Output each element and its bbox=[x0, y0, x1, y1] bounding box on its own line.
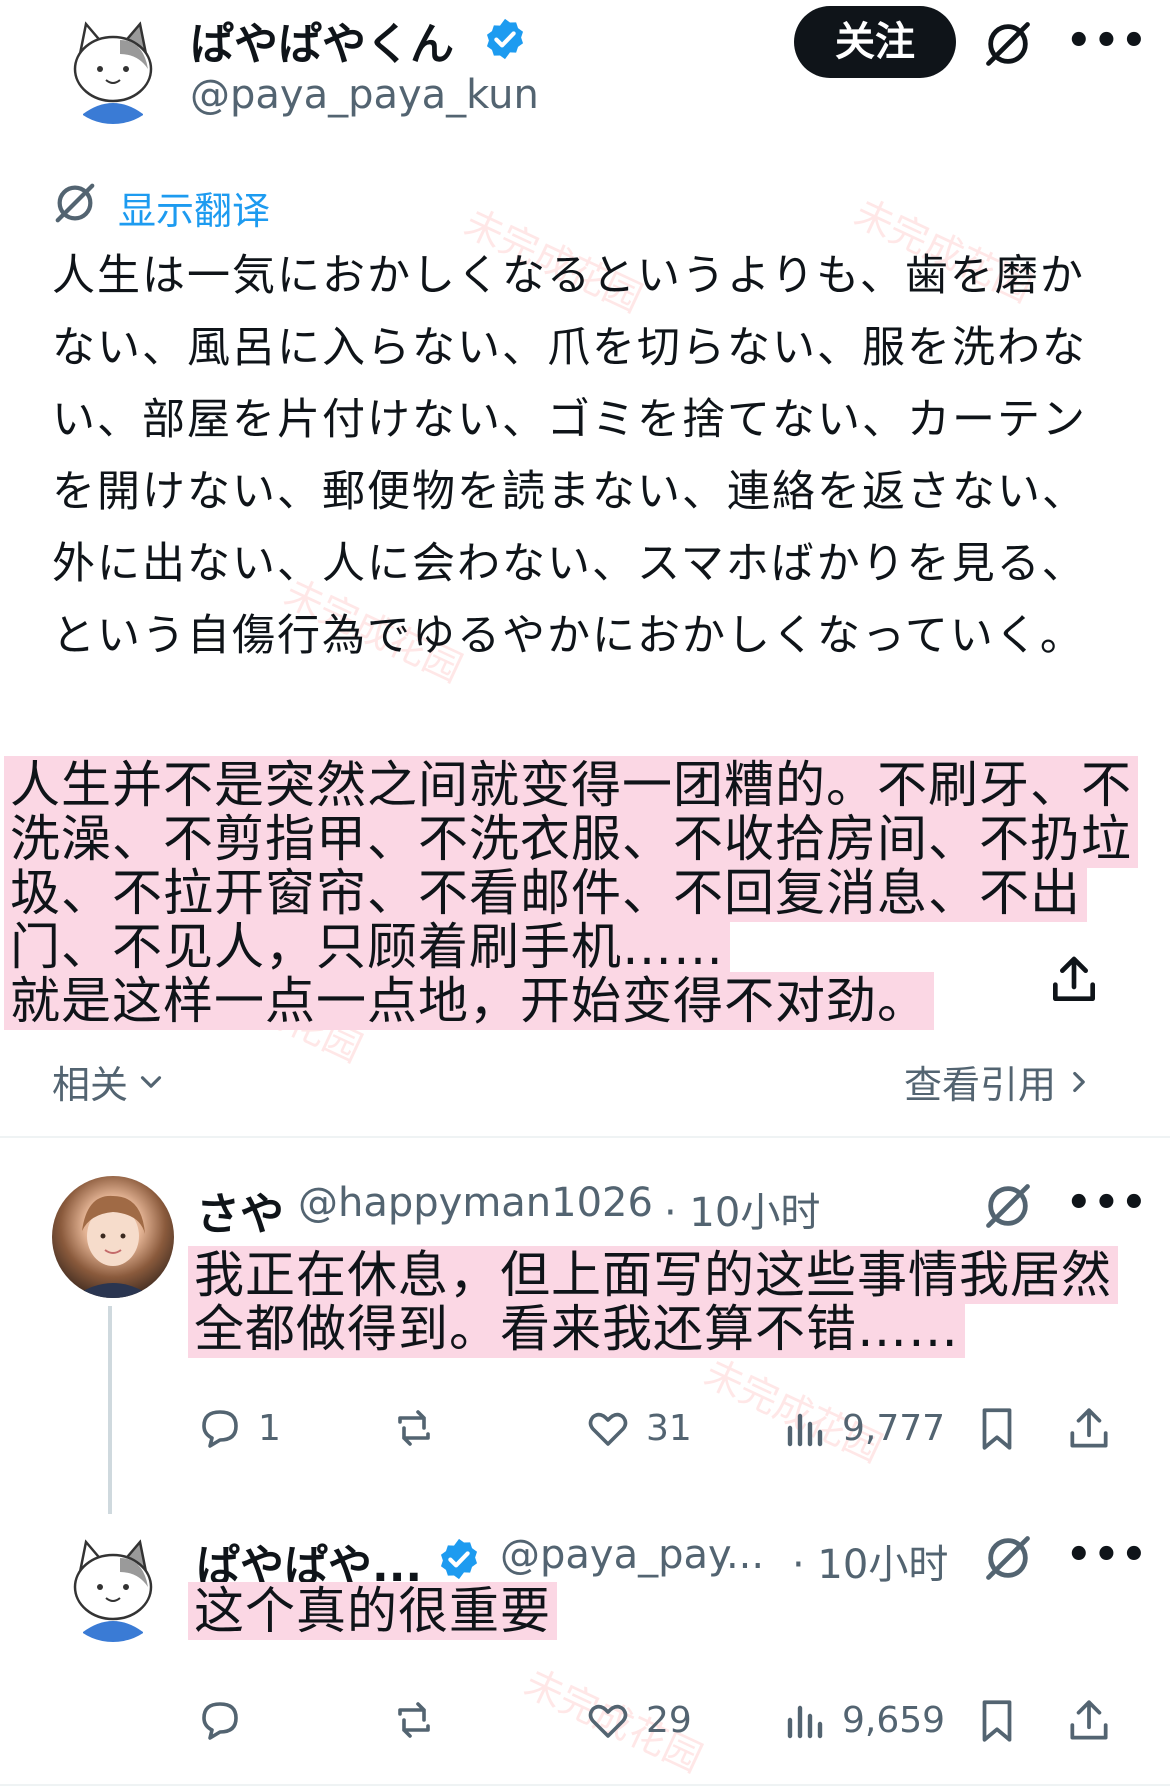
more-icon[interactable]: ••• bbox=[1066, 1532, 1149, 1578]
girl-avatar-image bbox=[72, 1195, 154, 1298]
follow-button[interactable]: 关注 bbox=[794, 6, 956, 78]
like-action[interactable]: 31 bbox=[584, 1404, 692, 1452]
related-label: 相关 bbox=[52, 1063, 129, 1107]
cat-avatar-image bbox=[73, 1539, 153, 1642]
reply-time[interactable]: · 10小时 bbox=[664, 1180, 820, 1238]
view-quotes-link[interactable]: 查看引用 bbox=[904, 1054, 1096, 1109]
chevron-right-icon bbox=[1073, 1071, 1085, 1092]
divider bbox=[0, 1784, 1170, 1786]
chevron-down-icon bbox=[140, 1075, 162, 1088]
verified-icon bbox=[486, 18, 524, 60]
cat-avatar-image bbox=[73, 21, 153, 124]
share-icon[interactable] bbox=[1064, 1696, 1114, 1746]
share-icon[interactable] bbox=[1046, 952, 1102, 1008]
views-icon bbox=[787, 1705, 823, 1739]
like-count: 29 bbox=[646, 1699, 692, 1741]
like-icon bbox=[588, 1412, 628, 1446]
reply-author-handle[interactable]: @paya_pay... bbox=[500, 1532, 764, 1578]
related-dropdown[interactable]: 相关 bbox=[52, 1054, 168, 1109]
reply-avatar[interactable] bbox=[52, 1176, 174, 1298]
tweet-text: 人生は一気におかしくなるというよりも、歯を磨かない、風呂に入らない、爪を切らない… bbox=[52, 251, 1087, 661]
view-quotes-label: 查看引用 bbox=[904, 1063, 1057, 1107]
grok-icon[interactable] bbox=[982, 1532, 1034, 1584]
views-action[interactable]: 9,777 bbox=[780, 1404, 945, 1452]
reply-avatar[interactable] bbox=[58, 1532, 168, 1642]
translation-overlay: 人生并不是突然之间就变得一团糟的。不刷牙、不洗澡、不剪指甲、不洗衣服、不收拾房间… bbox=[4, 756, 1164, 976]
verified-icon bbox=[440, 1538, 478, 1580]
like-count: 31 bbox=[646, 1407, 692, 1449]
grok-icon[interactable] bbox=[982, 1180, 1034, 1232]
author-avatar[interactable] bbox=[58, 14, 168, 124]
reply-count: 1 bbox=[258, 1407, 281, 1449]
reply-icon bbox=[202, 1702, 238, 1740]
reply-time[interactable]: · 10小时 bbox=[792, 1532, 948, 1590]
reply-author-name[interactable]: さや bbox=[196, 1178, 284, 1242]
author-handle[interactable]: @paya_paya_kun bbox=[190, 72, 539, 118]
bookmark-icon[interactable] bbox=[972, 1696, 1022, 1746]
reply-text: 我正在休息，但上面写的这些事情我居然全都做得到。看来我还算不错…… bbox=[188, 1246, 1148, 1358]
reply-author-handle[interactable]: @happyman1026 bbox=[298, 1180, 653, 1226]
translation-overlay-text: 人生并不是突然之间就变得一团糟的。不刷牙、不洗澡、不剪指甲、不洗衣服、不收拾房间… bbox=[4, 756, 1138, 976]
reply-action[interactable]: 1 bbox=[196, 1404, 281, 1452]
share-icon[interactable] bbox=[1064, 1404, 1114, 1454]
reply-text-highlight: 我正在休息，但上面写的这些事情我居然全都做得到。看来我还算不错…… bbox=[188, 1246, 1118, 1358]
view-count: 9,659 bbox=[842, 1699, 946, 1741]
show-translation-link[interactable]: 显示翻译 bbox=[118, 180, 270, 235]
translation-overlay-last: 就是这样一点一点地，开始变得不对劲。 bbox=[4, 972, 1004, 1030]
grok-translate-icon bbox=[55, 183, 95, 223]
grok-icon[interactable] bbox=[982, 18, 1034, 70]
views-icon bbox=[787, 1413, 823, 1447]
views-action[interactable]: 9,659 bbox=[780, 1696, 945, 1744]
view-count: 9,777 bbox=[842, 1407, 946, 1449]
more-icon[interactable]: ••• bbox=[1066, 18, 1149, 64]
retweet-icon bbox=[398, 1410, 430, 1446]
reply-text-highlight: 这个真的很重要 bbox=[188, 1582, 557, 1640]
author-name[interactable]: ぱやぱやくん bbox=[190, 8, 454, 72]
reply-icon bbox=[202, 1410, 238, 1448]
divider bbox=[0, 1136, 1170, 1138]
thread-connector bbox=[108, 1306, 112, 1514]
retweet-action[interactable] bbox=[390, 1696, 452, 1744]
reply-action[interactable] bbox=[196, 1696, 258, 1744]
more-icon[interactable]: ••• bbox=[1066, 1180, 1149, 1226]
like-action[interactable]: 29 bbox=[584, 1696, 692, 1744]
bookmark-icon[interactable] bbox=[972, 1404, 1022, 1454]
retweet-action[interactable] bbox=[390, 1404, 452, 1452]
reply-text: 这个真的很重要 bbox=[188, 1582, 1088, 1640]
like-icon bbox=[588, 1704, 628, 1738]
retweet-icon bbox=[398, 1702, 430, 1738]
translation-overlay-last-text: 就是这样一点一点地，开始变得不对劲。 bbox=[4, 972, 934, 1030]
